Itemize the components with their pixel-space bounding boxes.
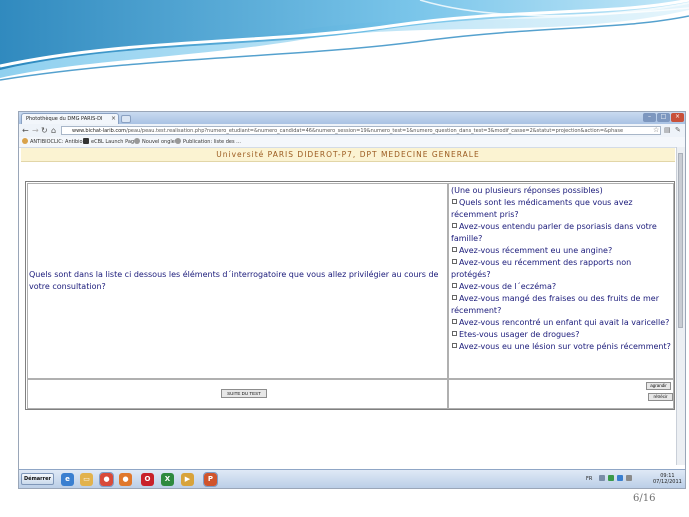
next-test-button[interactable]: SUITE DU TEST [221, 389, 267, 398]
answers-hint: (Une ou plusieurs réponses possibles) [451, 186, 603, 195]
question-cell: Quels sont dans la liste ci dessous les … [27, 183, 448, 379]
excel-icon[interactable]: X [161, 473, 174, 486]
home-icon[interactable]: ⌂ [51, 125, 56, 136]
answer-label: Avez-vous mangé des fraises ou des fruit… [451, 294, 660, 315]
shrink-button[interactable]: rétrécir [648, 393, 673, 401]
answer-option[interactable]: Avez-vous eu récemment des rapports non … [451, 257, 673, 281]
chrome-icon[interactable]: ● [99, 472, 114, 487]
answer-option[interactable]: Avez-vous eu une lésion sur votre pénis … [451, 341, 673, 353]
url-host: www.bichat-larib.com [72, 128, 127, 134]
bookmark-label: Publication: liste des ... [183, 139, 241, 145]
answer-checkbox[interactable] [452, 319, 457, 324]
media-player-icon[interactable]: ▶ [181, 473, 194, 486]
new-tab-button[interactable] [121, 115, 131, 123]
answer-checkbox[interactable] [452, 223, 457, 228]
address-toolbar: ← → ↻ ⌂ www.bichat-larib.com/peau/peau.t… [19, 124, 685, 138]
question-table: Quels sont dans la liste ci dessous les … [25, 181, 675, 410]
answer-option[interactable]: Avez-vous rencontré un enfant qui avait … [451, 317, 673, 329]
page-header: Université PARIS DIDEROT-P7, DPT MEDECIN… [21, 148, 675, 162]
tray-icon[interactable] [626, 475, 632, 481]
clock-date: 07/12/2011 [653, 479, 682, 485]
url-path: /peau/peau.test.realisation.php?numero_e… [126, 128, 624, 134]
next-button-cell: SUITE DU TEST [27, 379, 448, 409]
answer-option[interactable]: Etes-vous usager de drogues? [451, 329, 673, 341]
slide-number: 6/16 [633, 493, 656, 504]
answer-label: Avez-vous eu une lésion sur votre pénis … [459, 342, 671, 351]
answer-checkbox[interactable] [452, 343, 457, 348]
page-menu-icon[interactable]: ▤ [664, 125, 671, 136]
bookmark-icon [175, 138, 181, 144]
close-window-icon[interactable]: × [671, 113, 684, 122]
answer-checkbox[interactable] [452, 247, 457, 252]
answer-label: Quels sont les médicaments que vous avez… [451, 198, 633, 219]
answer-option[interactable]: Avez-vous de l´eczéma? [451, 281, 673, 293]
answer-checkbox[interactable] [452, 331, 457, 336]
answers-list: (Une ou plusieurs réponses possibles) Qu… [451, 185, 673, 353]
answer-option[interactable]: Avez-vous récemment eu une angine? [451, 245, 673, 257]
question-text: Quels sont dans la liste ci dessous les … [29, 270, 439, 291]
bookmarks-bar: ANTIBIOCLIC: Antibio... eCBL Launch Page… [19, 137, 685, 148]
bookmark-icon [83, 138, 89, 144]
opera-icon[interactable]: O [141, 473, 154, 486]
browser-tab-bar: Photothèque du DMG PARIS-DI × – □ × [19, 112, 685, 124]
maximize-window-icon[interactable]: □ [657, 113, 670, 122]
answer-label: Avez-vous récemment eu une angine? [459, 246, 613, 255]
start-button[interactable]: Démarrer [21, 473, 54, 485]
bookmark-item[interactable]: ANTIBIOCLIC: Antibio... [22, 137, 87, 147]
bookmark-icon [22, 138, 28, 144]
bookmark-item[interactable]: Publication: liste des ... [175, 137, 241, 147]
bookmark-label: eCBL Launch Page [91, 139, 138, 145]
answer-checkbox[interactable] [452, 295, 457, 300]
answer-checkbox[interactable] [452, 283, 457, 288]
wrench-icon[interactable]: ✎ [675, 125, 681, 136]
answer-checkbox[interactable] [452, 199, 457, 204]
answer-label: Avez-vous entendu parler de psoriasis da… [451, 222, 657, 243]
bookmark-icon [134, 138, 140, 144]
folder-icon[interactable]: ▭ [80, 473, 93, 486]
bookmark-item[interactable]: Nouvel onglet [134, 137, 177, 147]
zoom-buttons-cell: agrandir rétrécir [448, 379, 674, 409]
firefox-icon[interactable]: ● [119, 473, 132, 486]
windows-taskbar: Démarrer e ▭ ● ● O X ▶ P FR 09:11 07/12/… [19, 469, 685, 488]
scrollbar-thumb[interactable] [678, 153, 683, 328]
close-tab-icon[interactable]: × [111, 114, 116, 124]
answer-label: Avez-vous eu récemment des rapports non … [451, 258, 632, 279]
answer-label: Avez-vous rencontré un enfant qui avait … [459, 318, 670, 327]
answer-option[interactable]: Avez-vous entendu parler de psoriasis da… [451, 221, 673, 245]
bookmark-label: ANTIBIOCLIC: Antibio... [30, 139, 88, 145]
enlarge-button[interactable]: agrandir [646, 382, 671, 390]
browser-tab[interactable]: Photothèque du DMG PARIS-DI × [21, 113, 119, 124]
answers-cell: (Une ou plusieurs réponses possibles) Qu… [448, 183, 674, 379]
tray-icon[interactable] [608, 475, 614, 481]
forward-arrow-icon[interactable]: → [32, 125, 39, 136]
tray-icon[interactable] [599, 475, 605, 481]
page-scrollbar[interactable] [676, 147, 685, 465]
answer-checkbox[interactable] [452, 259, 457, 264]
url-field[interactable]: www.bichat-larib.com/peau/peau.test.real… [61, 126, 661, 135]
bookmark-label: Nouvel onglet [142, 139, 177, 145]
answer-option[interactable]: Quels sont les médicaments que vous avez… [451, 197, 673, 221]
slide-wave-decoration [0, 0, 689, 81]
minimize-window-icon[interactable]: – [643, 113, 656, 122]
tab-title: Photothèque du DMG PARIS-DI [26, 116, 103, 122]
reload-icon[interactable]: ↻ [41, 125, 48, 136]
browser-screenshot: Photothèque du DMG PARIS-DI × – □ × ← → … [18, 111, 686, 489]
bookmark-item[interactable]: eCBL Launch Page [83, 137, 137, 147]
answer-label: Avez-vous de l´eczéma? [459, 282, 557, 291]
tray-icon[interactable] [617, 475, 623, 481]
answer-option[interactable]: Avez-vous mangé des fraises ou des fruit… [451, 293, 673, 317]
bookmark-star-icon[interactable]: ☆ [653, 125, 659, 136]
language-indicator[interactable]: FR [586, 476, 592, 482]
powerpoint-icon[interactable]: P [203, 472, 218, 487]
answer-label: Etes-vous usager de drogues? [459, 330, 580, 339]
back-arrow-icon[interactable]: ← [22, 125, 29, 136]
clock[interactable]: 09:11 07/12/2011 [653, 473, 682, 485]
ie-icon[interactable]: e [61, 473, 74, 486]
